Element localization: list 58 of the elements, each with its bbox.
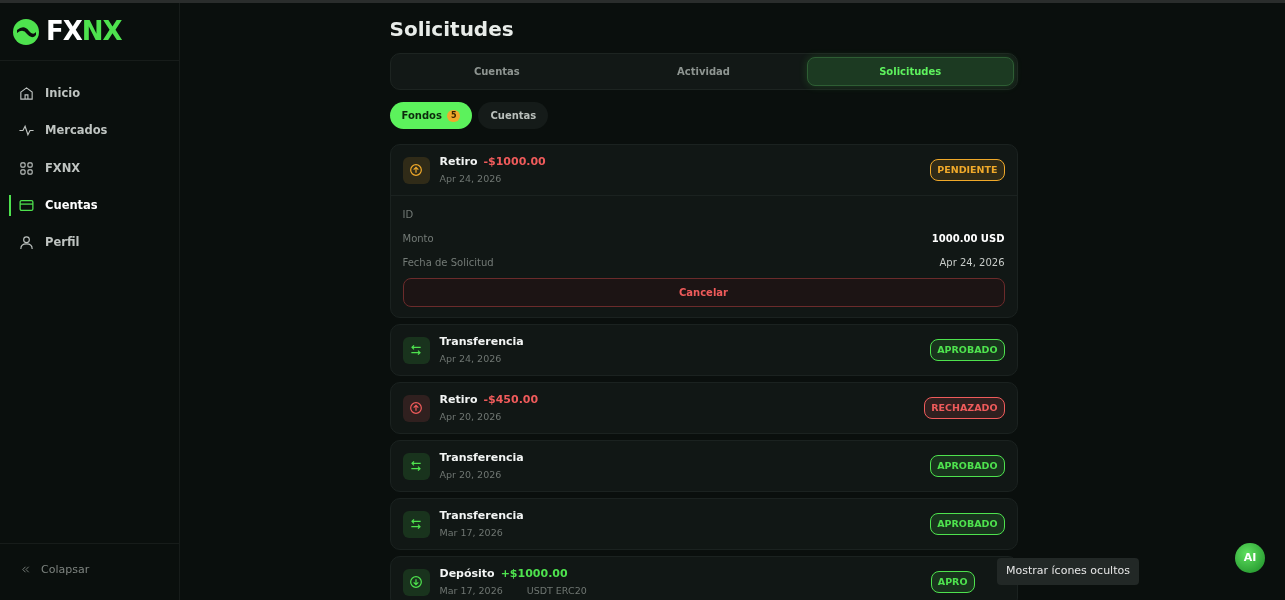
status-badge: PENDIENTE (930, 158, 1005, 182)
grid-icon (18, 159, 35, 177)
status-badge: APROBADO (930, 512, 1005, 536)
network-label: USDT ERC20 (526, 584, 587, 599)
status-badge: APRO (930, 570, 975, 594)
swap-arrows-icon (408, 458, 424, 474)
sidebar-item[interactable]: Cuentas (0, 186, 179, 224)
request-card[interactable]: Retiro -$450.00 Apr 20, 2026 RECHAZADO (389, 382, 1018, 434)
request-date: Apr 24, 2026 (439, 352, 502, 367)
user-icon (18, 234, 35, 252)
request-date: Mar 17, 2026 (439, 526, 503, 541)
request-card[interactable]: Transferencia Mar 17, 2026 APROBADO (389, 498, 1018, 550)
detail-value: 1000.00 USD (931, 231, 1005, 246)
request-title: Depósito (439, 566, 495, 580)
request-title: Retiro (439, 392, 478, 406)
cancel-button[interactable]: Cancelar (402, 278, 1005, 307)
request-title: Transferencia (439, 334, 524, 348)
tab[interactable]: Actividad (600, 57, 807, 86)
request-amount: -$1000.00 (483, 154, 546, 168)
arrow-up-circle-icon (408, 400, 424, 416)
arrow-up-circle-icon (408, 162, 424, 178)
sidebar-item[interactable]: Mercados (0, 112, 179, 150)
request-card[interactable]: Transferencia Apr 20, 2026 APROBADO (389, 440, 1018, 492)
swap-arrows-icon (408, 342, 424, 358)
detail-label: Monto (402, 231, 434, 246)
status-badge: RECHAZADO (924, 396, 1005, 420)
filter-pill[interactable]: Fondos 5 (389, 102, 473, 129)
page-title: Solicitudes (389, 17, 515, 41)
request-amount: -$450.00 (483, 392, 539, 406)
request-amount: +$1000.00 (500, 566, 568, 580)
request-title: Transferencia (439, 508, 524, 522)
swap-arrows-icon (408, 516, 424, 532)
status-badge: APROBADO (930, 338, 1005, 362)
tooltip: Mostrar ícones ocultos (997, 558, 1139, 585)
request-date: Apr 24, 2026 (439, 172, 502, 187)
sidebar-item[interactable]: Perfil (0, 224, 179, 262)
tab[interactable]: Cuentas (393, 57, 601, 86)
request-date: Apr 20, 2026 (439, 468, 502, 483)
request-date: Mar 17, 2026 (439, 584, 503, 599)
status-badge: APROBADO (930, 454, 1005, 478)
request-title: Transferencia (439, 450, 524, 464)
arrow-down-circle-icon (408, 574, 424, 590)
tab[interactable]: Solicitudes (806, 57, 1014, 86)
count-badge: 5 (446, 109, 461, 122)
sidebar-item[interactable]: FXNX (0, 149, 179, 187)
logo-text: FXNX (46, 15, 122, 48)
sidebar-item[interactable]: Inicio (0, 75, 179, 113)
detail-label: Fecha de Solicitud (402, 255, 494, 270)
request-card[interactable]: Retiro -$1000.00 Apr 24, 2026 PENDIENTE ID Monto 1000.00 USD Fecha de Solicitud Apr 24, 2026 Cancelar (389, 144, 1018, 318)
request-date: Apr 20, 2026 (439, 410, 502, 425)
detail-value: Apr 24, 2026 (939, 255, 1005, 270)
request-card[interactable]: Transferencia Apr 24, 2026 APROBADO (389, 324, 1018, 376)
detail-label: ID (402, 207, 414, 222)
home-icon (18, 85, 35, 103)
collapse-button[interactable]: Colapsar (41, 561, 90, 578)
logo-icon (12, 17, 40, 46)
request-title: Retiro (439, 154, 478, 168)
filter-pill[interactable]: Cuentas (478, 102, 549, 129)
